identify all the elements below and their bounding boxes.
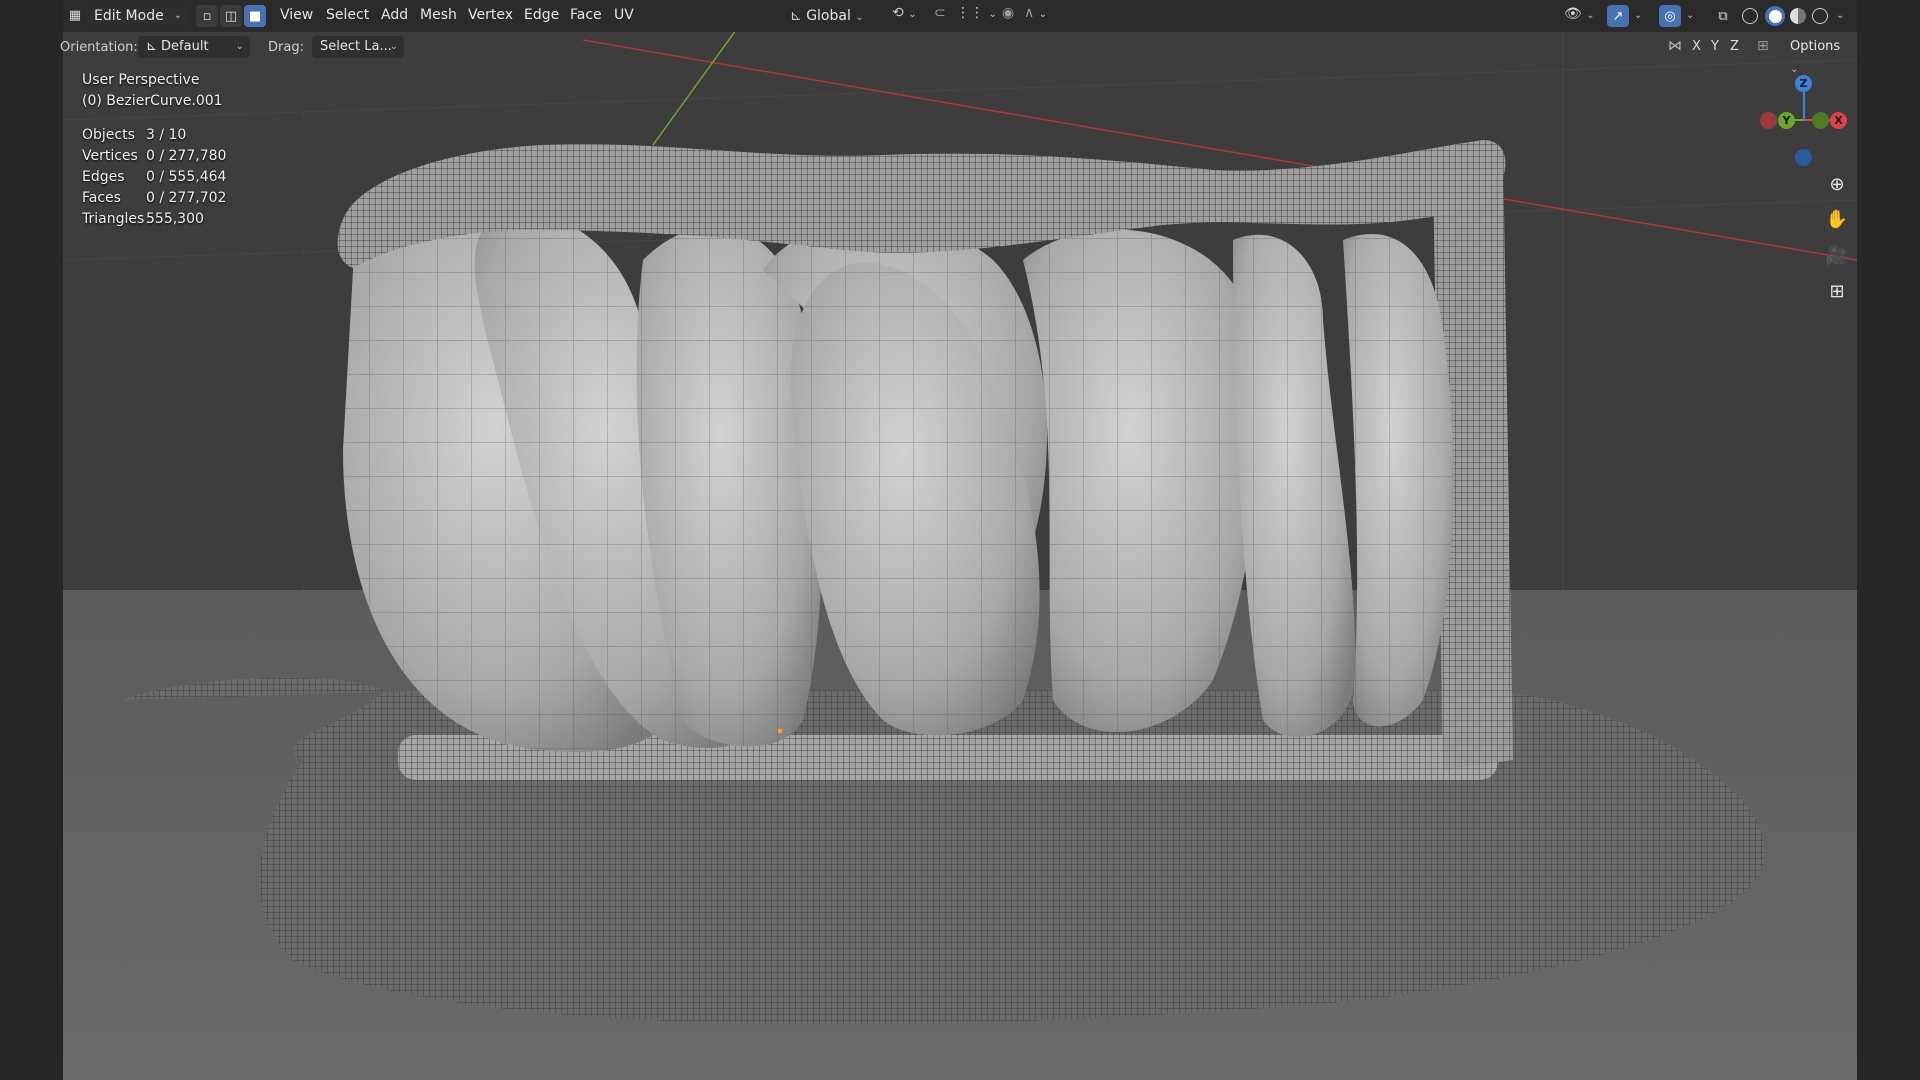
coil-wireframe [343,214,1453,752]
drag-label: Drag: [268,40,304,55]
stat-vertices: Vertices 0 / 277,780 [82,148,227,164]
menu-add[interactable]: Add [381,7,408,23]
orientation-axes-icon: ⊾ [790,8,802,24]
menu-select[interactable]: Select [326,7,369,23]
right-margin [1857,0,1920,1080]
gizmo-y-axis[interactable]: Y [1778,112,1795,129]
overlay-toggle-icon[interactable]: ◎ [1659,5,1681,27]
chevron-down-icon: ⌄ [235,41,244,52]
drag-dropdown[interactable]: Select La... ⌄ [312,36,404,58]
transform-orientation-dropdown[interactable]: ⊾ Global ⌄ [790,5,882,27]
snap-toggle-icon[interactable]: ⊂ [934,5,946,21]
rendered-shading-icon[interactable] [1812,8,1828,24]
solid-shading-icon[interactable] [1765,6,1785,26]
scene-render [63,0,1857,1080]
face-select-icon[interactable]: ■ [244,5,266,27]
zoom-icon[interactable]: ⊕ [1822,169,1852,199]
menu-uv[interactable]: UV [614,7,634,23]
gizmo-z-axis[interactable]: Z [1795,75,1812,92]
drag-value: Select La... [320,39,392,54]
mode-selector[interactable]: Edit Mode ⌄ [86,5,188,27]
wireframe-shading-icon[interactable] [1742,8,1758,24]
menu-edge[interactable]: Edge [524,7,559,23]
view-name: User Perspective [82,72,200,88]
stat-objects: Objects 3 / 10 [82,127,187,143]
orientation-dropdown[interactable]: ⊾ Default ⌄ [138,36,250,58]
chevron-down-icon[interactable]: ⌄ [1836,10,1844,21]
left-margin [0,0,63,1080]
chevron-down-icon[interactable]: ⌄ [1686,10,1694,21]
active-object-name: (0) BezierCurve.001 [82,93,223,109]
camera-icon[interactable]: 🎥 [1822,240,1852,270]
edge-select-icon[interactable]: ◫ [220,5,242,27]
menu-face[interactable]: Face [570,7,602,23]
mirror-icon[interactable]: ⋈ [1668,38,1682,54]
mirror-z-toggle[interactable]: Z [1730,39,1739,54]
xray-toggle-icon[interactable]: ⧉ [1712,5,1734,27]
mode-label: Edit Mode [94,8,164,24]
options-dropdown[interactable]: Options ⌄ [1782,36,1852,75]
gizmo-x-axis[interactable]: X [1830,112,1847,129]
orientation-label: Orientation: [60,40,138,55]
chevron-down-icon: ⌄ [173,10,182,21]
stat-triangles: Triangles 555,300 [82,211,204,227]
orientation-axes-icon: ⊾ [146,39,157,54]
chevron-down-icon: ⌄ [855,12,864,23]
gizmo-neg-x-axis[interactable] [1760,112,1777,129]
selected-vertex [777,728,783,734]
hand-icon[interactable]: ✋ [1822,204,1852,234]
3d-viewport[interactable] [63,0,1857,1080]
falloff-icon[interactable]: ∧ ⌄ [1024,5,1047,21]
transform-orientation-value: Global [806,8,851,24]
mirror-y-toggle[interactable]: Y [1711,39,1719,54]
visibility-icon[interactable]: 👁 ⌄ [1564,6,1595,22]
chevron-down-icon: ⌄ [389,41,398,52]
gizmo-toggle-icon[interactable]: ↗ [1607,5,1629,27]
grid-icon[interactable]: ⊞ [1822,276,1852,306]
pivot-point-icon[interactable]: ⟲ ⌄ [892,5,917,21]
menu-vertex[interactable]: Vertex [468,7,513,23]
menu-mesh[interactable]: Mesh [420,7,457,23]
snap-target-icon[interactable]: ⋮⋮ ⌄ [956,5,997,21]
mirror-x-toggle[interactable]: X [1692,39,1701,54]
stat-faces: Faces 0 / 277,702 [82,190,227,206]
menu-view[interactable]: View [280,7,313,23]
auto-merge-icon[interactable]: ⊞ [1757,38,1769,54]
gizmo-neg-z-axis[interactable] [1795,149,1812,166]
orientation-value: Default [161,39,209,54]
y-axis-line [652,29,737,146]
proportional-edit-icon[interactable]: ◉ [1002,5,1014,21]
editor-type-icon[interactable]: ▦ [66,6,84,24]
stat-edges: Edges 0 / 555,464 [82,169,227,185]
gizmo-neg-y-axis[interactable] [1812,112,1829,129]
options-label: Options [1790,39,1841,54]
chevron-down-icon[interactable]: ⌄ [1634,10,1642,21]
material-shading-icon[interactable] [1790,8,1806,24]
vertex-select-icon[interactable]: ▫ [196,5,218,27]
